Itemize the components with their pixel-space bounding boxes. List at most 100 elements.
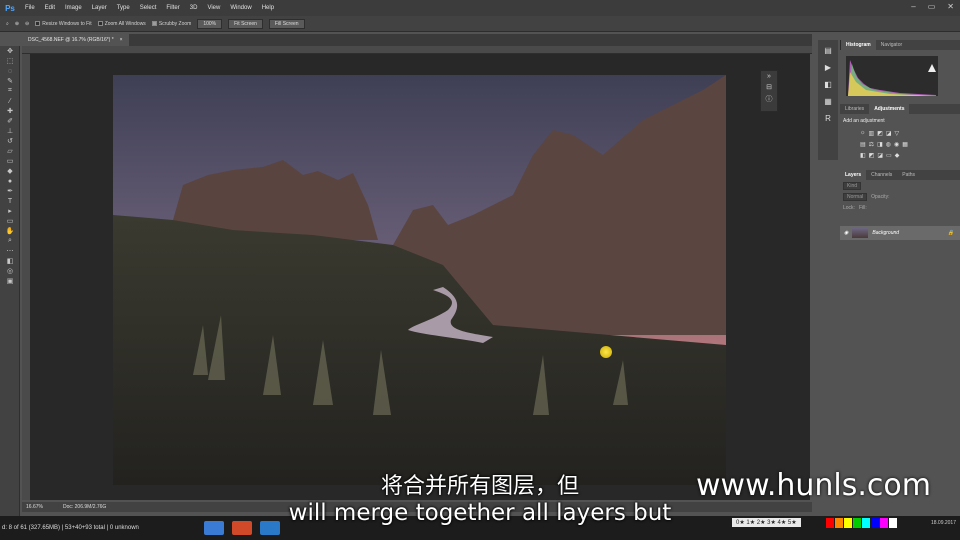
eraser-icon[interactable]: ▱ (0, 146, 20, 156)
resize-windows-label: Resize Windows to Fit (42, 20, 92, 27)
scrubby-zoom-label: Scrubby Zoom (158, 20, 192, 27)
quick-mask-icon[interactable]: ◎ (0, 266, 20, 276)
path-select-icon[interactable]: ▸ (0, 206, 20, 216)
tab-close-icon[interactable]: × (120, 37, 123, 43)
maximize-icon[interactable]: ▭ (928, 2, 936, 11)
pen-tool-icon[interactable]: ✒ (0, 186, 20, 196)
channel-mixer-icon[interactable]: ◉ (894, 141, 899, 148)
checkbox-box (151, 21, 157, 26)
zoom-tool-panel-icon[interactable]: ⌕ (0, 236, 20, 246)
color-lookup-icon[interactable]: ▦ (902, 141, 908, 148)
floating-panel: » ⊟ ⓘ (760, 70, 778, 112)
menu-help[interactable]: Help (257, 5, 279, 11)
menu-filter[interactable]: Filter (161, 5, 184, 11)
healing-brush-icon[interactable]: ✚ (0, 106, 20, 116)
eyedropper-icon[interactable]: ⁄ (0, 96, 20, 106)
adjustments-title: Add an adjustment (843, 118, 885, 124)
document-image[interactable] (113, 75, 726, 485)
color-balance-icon[interactable]: ⚖ (869, 141, 874, 148)
levels-icon[interactable]: ▥ (869, 130, 875, 137)
resize-windows-checkbox[interactable]: Resize Windows to Fit (35, 20, 92, 27)
zoom-all-checkbox[interactable]: Zoom All Windows (97, 20, 146, 27)
selective-color-icon[interactable]: ◆ (895, 152, 900, 159)
quick-select-icon[interactable]: ✎ (0, 76, 20, 86)
menu-window[interactable]: Window (225, 5, 256, 11)
ps-logo: Ps (5, 3, 15, 13)
zoom-tool-icon[interactable]: ⌕ (6, 21, 9, 27)
menu-layer[interactable]: Layer (87, 5, 112, 11)
fill-screen-button[interactable]: Fill Screen (268, 18, 305, 29)
posterize-icon[interactable]: ◩ (869, 152, 875, 159)
options-bar: ⌕ ⊕ ⊖ Resize Windows to Fit Zoom All Win… (0, 16, 960, 32)
screen-mode-icon[interactable]: ▣ (0, 276, 20, 286)
fit-screen-button[interactable]: Fit Screen (228, 18, 263, 29)
character-panel-icon[interactable]: R (825, 114, 831, 123)
zoom-in-icon[interactable]: ⊕ (15, 21, 19, 27)
tab-adjustments[interactable]: Adjustments (869, 104, 910, 114)
properties-icon[interactable]: ⊟ (766, 83, 772, 91)
histogram (840, 50, 960, 102)
actions-panel-icon[interactable]: ▶ (825, 63, 831, 72)
brush-panel-icon[interactable]: ▦ (824, 97, 832, 106)
history-panel-icon[interactable]: ▤ (824, 46, 832, 55)
brush-tool-icon[interactable]: ✐ (0, 116, 20, 126)
document-tab[interactable]: DSC_4568.NEF @ 16.7% (RGB/16*) * × (22, 34, 129, 46)
zoom-100-button[interactable]: 100% (197, 18, 223, 29)
move-tool-icon[interactable]: ✥ (0, 46, 20, 56)
gradient-tool-icon[interactable]: ▭ (0, 156, 20, 166)
collapse-icon[interactable]: » (767, 73, 771, 80)
tab-paths[interactable]: Paths (897, 170, 920, 180)
invert-icon[interactable]: ◧ (860, 152, 866, 159)
menu-3d[interactable]: 3D (185, 5, 203, 11)
tools-panel: ✥ ⬚ ◌ ✎ ⌗ ⁄ ✚ ✐ ⊥ ↺ ▱ ▭ ◆ ● ✒ T ▸ ▭ ✋ ⌕ … (0, 46, 20, 516)
marquee-tool-icon[interactable]: ⬚ (0, 56, 20, 66)
tab-channels[interactable]: Channels (866, 170, 897, 180)
menu-select[interactable]: Select (135, 5, 162, 11)
histogram-graph (846, 56, 938, 96)
menu-file[interactable]: File (20, 5, 40, 11)
gradient-map-icon[interactable]: ▭ (886, 152, 892, 159)
color-panel-icon[interactable]: ◧ (824, 80, 832, 89)
crop-tool-icon[interactable]: ⌗ (0, 86, 20, 96)
brightness-icon[interactable]: ☼ (860, 130, 866, 137)
vibrance-icon[interactable]: ▽ (895, 130, 900, 137)
cursor-highlight (600, 346, 612, 358)
lasso-tool-icon[interactable]: ◌ (0, 66, 20, 76)
more-tools-icon[interactable]: ⋯ (0, 246, 20, 256)
close-icon[interactable]: ✕ (947, 2, 954, 11)
history-brush-icon[interactable]: ↺ (0, 136, 20, 146)
menu-view[interactable]: View (202, 5, 225, 11)
zoom-out-icon[interactable]: ⊖ (25, 21, 29, 27)
hand-tool-icon[interactable]: ✋ (0, 226, 20, 236)
scrubby-zoom-checkbox[interactable]: Scrubby Zoom (151, 20, 192, 27)
tab-navigator[interactable]: Navigator (876, 40, 907, 50)
menu-type[interactable]: Type (112, 5, 135, 11)
tab-libraries[interactable]: Libraries (840, 104, 869, 114)
minimize-icon[interactable]: – (911, 2, 915, 11)
blend-mode-select[interactable]: Normal (843, 192, 868, 201)
menu-image[interactable]: Image (60, 5, 87, 11)
tab-layers[interactable]: Layers (840, 170, 867, 180)
clone-stamp-icon[interactable]: ⊥ (0, 126, 20, 136)
threshold-icon[interactable]: ◪ (877, 152, 883, 159)
blur-tool-icon[interactable]: ◆ (0, 166, 20, 176)
hue-sat-icon[interactable]: ▤ (860, 141, 866, 148)
layer-thumbnail (852, 228, 869, 238)
curves-icon[interactable]: ◩ (877, 130, 883, 137)
exposure-icon[interactable]: ◪ (886, 130, 892, 137)
zoom-all-label: Zoom All Windows (104, 20, 146, 27)
layer-row-background[interactable]: ◉ Background 🔒 (840, 226, 960, 240)
horizontal-ruler (22, 46, 812, 54)
menu-edit[interactable]: Edit (40, 5, 60, 11)
bw-icon[interactable]: ◨ (877, 141, 883, 148)
color-swatch-icon[interactable]: ◧ (0, 256, 20, 266)
dodge-tool-icon[interactable]: ● (0, 176, 20, 186)
shape-tool-icon[interactable]: ▭ (0, 216, 20, 226)
type-tool-icon[interactable]: T (0, 196, 20, 206)
info-icon[interactable]: ⓘ (766, 94, 773, 104)
tab-histogram[interactable]: Histogram (841, 40, 876, 50)
subtitle-english: will merge together all layers but (288, 500, 672, 526)
photo-filter-icon[interactable]: ◍ (886, 141, 891, 148)
eye-icon[interactable]: ◉ (844, 230, 848, 236)
layer-filter-kind[interactable]: Kind (843, 181, 862, 190)
